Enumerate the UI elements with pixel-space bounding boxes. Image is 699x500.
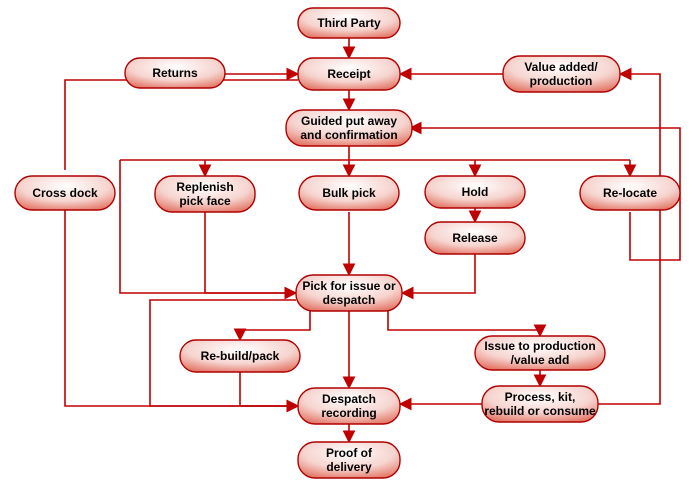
label-relocate: Re-locate: [603, 186, 657, 200]
label-returns: Returns: [152, 66, 198, 80]
node-guided: Guided put away and confirmation: [286, 110, 412, 146]
label-hold: Hold: [462, 185, 489, 199]
node-cross-dock: Cross dock: [15, 176, 115, 210]
label-pick-1: Pick for issue or: [302, 279, 396, 293]
edge-rebuild-despatch: [240, 372, 298, 406]
label-receipt: Receipt: [327, 67, 370, 81]
node-relocate: Re-locate: [580, 176, 680, 210]
edge-release-pick: [402, 254, 475, 293]
node-release: Release: [425, 222, 525, 254]
node-value-added: Value added/ production: [503, 56, 620, 92]
node-third-party: Third Party: [298, 8, 400, 38]
edge-pick-issue: [388, 311, 540, 336]
label-value-added-1: Value added/: [524, 60, 598, 74]
label-replenish-2: pick face: [179, 194, 231, 208]
node-issue: Issue to production /value add: [475, 336, 605, 370]
node-process: Process, kit, rebuild or consume: [482, 386, 598, 422]
edge-process-valueadded: [598, 74, 660, 404]
label-issue-1: Issue to production: [484, 339, 595, 353]
label-despatch-2: recording: [321, 406, 376, 420]
label-process-1: Process, kit,: [505, 390, 576, 404]
label-release: Release: [452, 231, 498, 245]
node-returns: Returns: [125, 58, 225, 88]
edge-receipt-branch-left: [65, 80, 298, 170]
label-issue-2: /value add: [511, 353, 570, 367]
edge-replenish-pick: [205, 212, 296, 293]
node-replenish: Replenish pick face: [155, 176, 255, 212]
label-rebuild: Re-build/pack: [201, 349, 280, 363]
flow-diagram: Third Party Returns Receipt Value added/…: [0, 0, 699, 500]
node-despatch: Despatch recording: [298, 388, 400, 424]
label-guided-2: and confirmation: [300, 128, 397, 142]
node-rebuild: Re-build/pack: [180, 340, 300, 372]
label-process-2: rebuild or consume: [484, 404, 596, 418]
label-proof-1: Proof of: [326, 446, 373, 460]
label-guided-1: Guided put away: [301, 114, 397, 128]
node-receipt: Receipt: [298, 58, 400, 90]
edge-pick-rebuild: [240, 311, 310, 340]
label-cross-dock: Cross dock: [32, 186, 98, 200]
label-despatch-1: Despatch: [322, 392, 376, 406]
edges: [65, 38, 680, 442]
label-third-party: Third Party: [317, 16, 381, 30]
label-proof-2: delivery: [326, 460, 372, 474]
node-bulk-pick: Bulk pick: [299, 176, 399, 210]
label-bulk-pick: Bulk pick: [322, 186, 376, 200]
label-value-added-2: production: [530, 74, 593, 88]
edge-guided-bus: [120, 146, 630, 160]
edge-crossdock-despatch: [65, 210, 298, 406]
node-hold: Hold: [425, 176, 525, 208]
label-replenish-1: Replenish: [176, 180, 233, 194]
node-proof: Proof of delivery: [298, 442, 400, 478]
nodes: Third Party Returns Receipt Value added/…: [15, 8, 680, 478]
node-pick: Pick for issue or despatch: [296, 275, 402, 311]
label-pick-2: despatch: [323, 293, 376, 307]
